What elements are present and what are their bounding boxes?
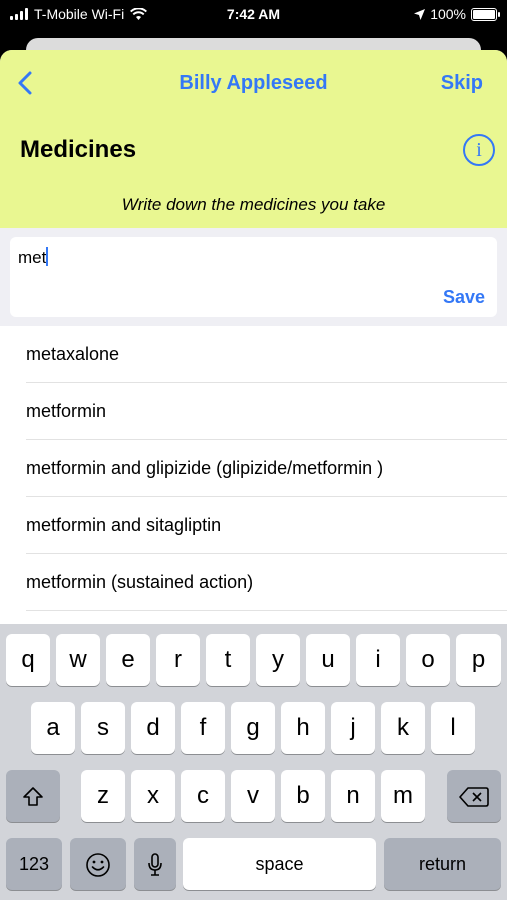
delete-key[interactable]: [447, 770, 501, 822]
medicine-input-text: met: [18, 248, 47, 267]
instruction-text: Write down the medicines you take: [121, 195, 386, 214]
key-p[interactable]: p: [456, 634, 501, 686]
skip-button[interactable]: Skip: [441, 72, 483, 95]
key-n[interactable]: n: [331, 770, 375, 822]
key-k[interactable]: k: [381, 702, 425, 754]
medicine-input[interactable]: met: [18, 247, 49, 268]
key-c[interactable]: c: [181, 770, 225, 822]
key-s[interactable]: s: [81, 702, 125, 754]
header: Billy Appleseed Skip Medicines i Write d…: [0, 50, 507, 228]
microphone-key[interactable]: [134, 838, 176, 890]
key-x[interactable]: x: [131, 770, 175, 822]
location-arrow-icon: [414, 8, 426, 20]
key-i[interactable]: i: [356, 634, 400, 686]
key-q[interactable]: q: [6, 634, 50, 686]
nav-title: Billy Appleseed: [179, 72, 328, 94]
key-l[interactable]: l: [431, 702, 475, 754]
save-button[interactable]: Save: [443, 287, 485, 308]
keyboard: q w e r t y u i o p a s d f g h j k l z …: [0, 624, 507, 900]
key-g[interactable]: g: [231, 702, 275, 754]
emoji-icon: [86, 852, 110, 877]
text-caret: [46, 247, 49, 266]
medicine-input-card: met Save: [10, 237, 497, 317]
key-a[interactable]: a: [31, 702, 75, 754]
return-key[interactable]: return: [384, 838, 501, 890]
space-key[interactable]: space: [183, 838, 376, 890]
key-w[interactable]: w: [56, 634, 100, 686]
key-j[interactable]: j: [331, 702, 375, 754]
key-z[interactable]: z: [81, 770, 125, 822]
key-u[interactable]: u: [306, 634, 350, 686]
page-title: Medicines: [20, 136, 137, 163]
shift-icon: [23, 786, 43, 806]
key-d[interactable]: d: [131, 702, 175, 754]
key-e[interactable]: e: [106, 634, 150, 686]
info-icon[interactable]: i: [463, 134, 495, 166]
key-m[interactable]: m: [381, 770, 425, 822]
emoji-key[interactable]: [70, 838, 126, 890]
key-b[interactable]: b: [281, 770, 325, 822]
key-o[interactable]: o: [406, 634, 450, 686]
shift-key[interactable]: [6, 770, 60, 822]
key-h[interactable]: h: [281, 702, 325, 754]
status-bar: T-Mobile Wi-Fi 7:42 AM 100%: [0, 0, 507, 28]
suggestion-item[interactable]: metformin (sustained action): [26, 554, 507, 611]
status-right: 100%: [414, 6, 500, 22]
suggestion-item[interactable]: metformin and glipizide (glipizide/metfo…: [26, 440, 507, 497]
suggestion-list: metaxalone metformin metformin and glipi…: [0, 326, 507, 626]
battery-icon: [471, 7, 500, 21]
suggestion-item[interactable]: metaxalone: [26, 326, 507, 383]
suggestion-item[interactable]: metformin and sitagliptin: [26, 497, 507, 554]
suggestion-item[interactable]: metformin: [26, 383, 507, 440]
numbers-key[interactable]: 123: [6, 838, 62, 890]
battery-percent: 100%: [430, 6, 466, 22]
key-t[interactable]: t: [206, 634, 250, 686]
key-y[interactable]: y: [256, 634, 300, 686]
key-v[interactable]: v: [231, 770, 275, 822]
delete-icon: [459, 786, 489, 807]
microphone-icon: [148, 852, 162, 876]
key-r[interactable]: r: [156, 634, 200, 686]
key-f[interactable]: f: [181, 702, 225, 754]
